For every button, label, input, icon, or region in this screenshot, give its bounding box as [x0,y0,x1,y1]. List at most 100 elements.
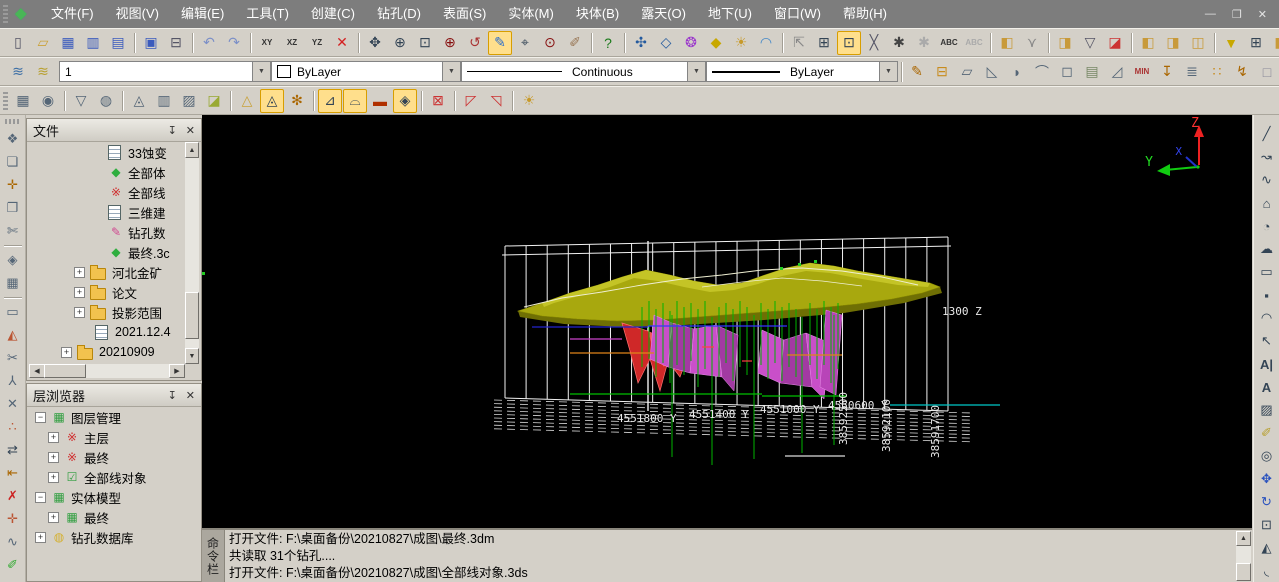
group-select-icon[interactable]: ◎ [1255,445,1278,467]
save-as-icon[interactable]: ▥ [81,31,105,55]
save-file-icon[interactable]: ▦ [56,31,80,55]
cone-up-icon[interactable]: △ [235,89,259,113]
rotate-view-icon[interactable]: ✎ [488,30,512,55]
break-line-icon[interactable]: ↯ [1230,60,1254,84]
tree-item[interactable]: + 河北金矿 [29,262,185,282]
page-setup-icon[interactable]: ▣ [139,31,163,55]
tree-item[interactable]: +20210909 [29,342,185,362]
save-all-icon[interactable]: ▤ [106,31,130,55]
tree-item[interactable]: + ◍ 钻孔数据库 [29,527,199,547]
surface-mesh-icon[interactable]: ▦ [11,89,35,113]
tree-item[interactable]: ◆ 最终.3c [29,242,185,262]
section-display-icon[interactable]: ⌓ [343,88,367,113]
command-tab[interactable]: 命令栏 [202,530,225,582]
mesh-diamond-icon[interactable]: ◈ [1,249,24,271]
menu-item-drillhole[interactable]: 钻孔(D) [366,0,432,28]
distance-measure-icon[interactable]: ⊟ [930,60,954,84]
tree-item[interactable]: 三维建 [29,202,185,222]
curve-node-icon[interactable]: ⌒ [1030,60,1054,84]
select-window-icon[interactable]: ⊡ [1255,514,1278,536]
menu-item-help[interactable]: 帮助(H) [832,0,898,28]
polygon-draw-icon[interactable]: ⌂ [1255,192,1278,214]
circle-draw-icon[interactable]: ◔ [1255,215,1278,237]
text-draw-icon[interactable]: A [1255,376,1278,398]
section-clear-right-icon[interactable]: ◹ [484,89,508,113]
layer-stack-icon[interactable]: ≋ [6,60,30,84]
text-display-off-icon[interactable]: ABC [962,31,986,55]
patch-select-icon[interactable]: ❏ [1,151,24,173]
volume-cube-icon[interactable]: ◻ [1055,60,1079,84]
grid-table-icon[interactable]: ⊞ [1244,31,1268,55]
open-file-icon[interactable]: ▱ [31,31,55,55]
tree-item[interactable]: + ※ 主层 [29,427,199,447]
tree-expander[interactable]: + [48,431,59,443]
line-cut-icon[interactable]: ✂ [1,347,24,369]
tree-item[interactable]: 2021.12.4 [29,322,185,342]
delete-object-icon[interactable]: ✕ [330,31,354,55]
menu-item-solid[interactable]: 实体(M) [497,0,565,28]
menu-item-openpit[interactable]: 露天(O) [630,0,697,28]
surface-round-icon[interactable]: ◉ [36,89,60,113]
pan-view-icon[interactable]: ✥ [363,31,387,55]
light-pen-icon[interactable]: ☀ [517,89,541,113]
smooth-curve-icon[interactable]: ∿ [1,531,24,553]
close-icon[interactable]: ✕ [186,124,195,137]
menu-item-window[interactable]: 窗口(W) [763,0,832,28]
menu-item-create[interactable]: 创建(C) [300,0,366,28]
tree-expander[interactable]: + [74,286,85,298]
tree-item[interactable]: − ▦ 实体模型 [29,487,199,507]
pin-icon[interactable]: ↧ [168,124,177,137]
view-yz-icon[interactable]: YZ [305,31,329,55]
report-clipboard-icon[interactable]: ▤ [1080,60,1104,84]
line-draw-icon[interactable]: ╱ [1255,123,1278,145]
branch-lines-icon[interactable]: ⋎ [1020,31,1044,55]
files-vertical-scrollbar[interactable]: ▲ ▼ [185,142,199,364]
node-edit-icon[interactable]: ✎ [905,60,929,84]
print-icon[interactable]: ⊟ [164,31,188,55]
layer-edit-icon[interactable]: ≋ [31,60,55,84]
profile-chart-icon[interactable]: ⊿ [318,88,342,113]
arc-measure-icon[interactable]: ◗ [1005,60,1029,84]
tree-expander[interactable]: + [48,451,59,463]
min-value-icon[interactable]: MIN [1130,60,1154,84]
redraw-view-icon[interactable]: ✐ [563,31,587,55]
tree-item[interactable]: + ※ 最终 [29,447,199,467]
project-down-icon[interactable]: ↧ [1155,60,1179,84]
light-toggle-icon[interactable]: ☀ [729,31,753,55]
chevron-down-icon[interactable]: ▼ [252,62,270,81]
tree-expander[interactable]: + [74,306,85,318]
tree-item[interactable]: ✎ 钻孔数 [29,222,185,242]
menu-grip[interactable] [3,5,8,23]
merge-profile-icon[interactable]: ⇤ [1,462,24,484]
node-row-icon[interactable]: ∴ [1,416,24,438]
render-colors-icon[interactable]: ❂ [679,31,703,55]
mesh-barrel-icon[interactable]: ▥ [152,89,176,113]
erase-draw-icon[interactable]: ✐ [1255,422,1278,444]
zoom-previous-icon[interactable]: ↺ [463,31,487,55]
zoom-dynamic-icon[interactable]: ⊕ [388,31,412,55]
section-forward-icon[interactable]: ◨ [1053,31,1077,55]
point-insert-icon[interactable]: ✛ [1,174,24,196]
color-combo[interactable]: ByLayer ▼ [271,61,461,82]
menu-item-underground[interactable]: 地下(U) [697,0,763,28]
chevron-down-icon[interactable]: ▼ [687,62,705,81]
node-delete-icon[interactable]: ✗ [1,485,24,507]
section-plane-icon[interactable]: ◧ [995,31,1019,55]
view-xz-icon[interactable]: XZ [280,31,304,55]
menu-item-surface[interactable]: 表面(S) [432,0,497,28]
undo-icon[interactable]: ↶ [197,31,221,55]
view-xy-icon[interactable]: XY [255,31,279,55]
section-range-icon[interactable]: ▽ [1078,31,1102,55]
zoom-extents-icon[interactable]: ⊕ [438,31,462,55]
arc-draw-icon[interactable]: ◠ [1255,307,1278,329]
snap-on-icon[interactable]: ✱ [887,31,911,55]
tree-expander[interactable]: + [61,346,72,358]
layer-combo[interactable]: 1 ▼ [59,61,271,82]
snap-arrow-icon[interactable]: ⇱ [787,31,811,55]
slope-pencil-icon[interactable]: ◪ [202,89,226,113]
color-gradient-icon[interactable]: ▬ [368,89,392,113]
help-icon[interactable]: ? [596,31,620,55]
tree-item[interactable]: 33蚀变 [29,142,185,162]
text-edit-icon[interactable]: A| [1255,353,1278,375]
rotate-tool-icon[interactable]: ↻ [1255,491,1278,513]
